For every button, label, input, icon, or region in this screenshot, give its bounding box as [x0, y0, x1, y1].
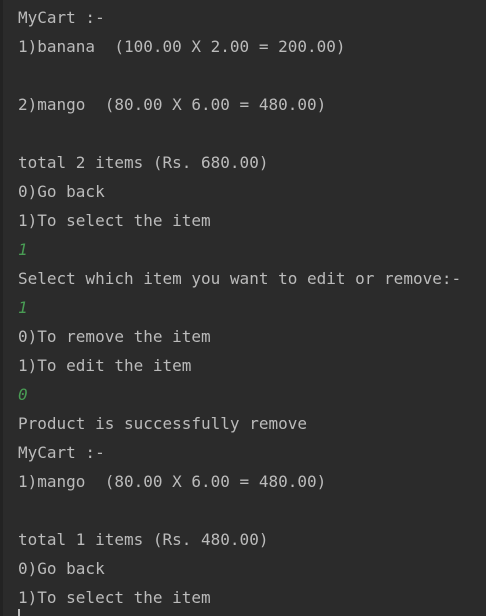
console-line-blank — [18, 61, 461, 90]
console-line-user-input: 1 — [18, 240, 28, 259]
console-line-output: 2)mango (80.00 X 6.00 = 480.00) — [18, 95, 327, 114]
console-line-user-input: 0 — [18, 385, 28, 404]
text-caret — [18, 609, 20, 616]
console-output-panel[interactable]: MyCart :- 1)banana (100.00 X 2.00 = 200.… — [0, 0, 486, 616]
console-line-blank — [18, 119, 461, 148]
console-line-output: MyCart :- — [18, 443, 105, 462]
console-line-output: total 2 items (Rs. 680.00) — [18, 153, 269, 172]
console-line-output: Select which item you want to edit or re… — [18, 269, 462, 288]
console-line-output: 1)To select the item — [18, 211, 211, 230]
console-line-output: Product is successfully remove — [18, 414, 307, 433]
console-lines: MyCart :- 1)banana (100.00 X 2.00 = 200.… — [18, 3, 461, 612]
console-line-output: 1)To edit the item — [18, 356, 192, 375]
console-line-output: 0)To remove the item — [18, 327, 211, 346]
console-line-output: 1)To select the item — [18, 588, 211, 607]
console-line-output: MyCart :- — [18, 8, 105, 27]
console-line-output: 0)Go back — [18, 182, 105, 201]
console-line-output: 1)mango (80.00 X 6.00 = 480.00) — [18, 472, 327, 491]
console-line-blank — [18, 496, 461, 525]
console-line-output: 0)Go back — [18, 559, 105, 578]
console-line-user-input: 1 — [18, 298, 28, 317]
console-line-output: 1)banana (100.00 X 2.00 = 200.00) — [18, 37, 346, 56]
console-line-output: total 1 items (Rs. 480.00) — [18, 530, 269, 549]
